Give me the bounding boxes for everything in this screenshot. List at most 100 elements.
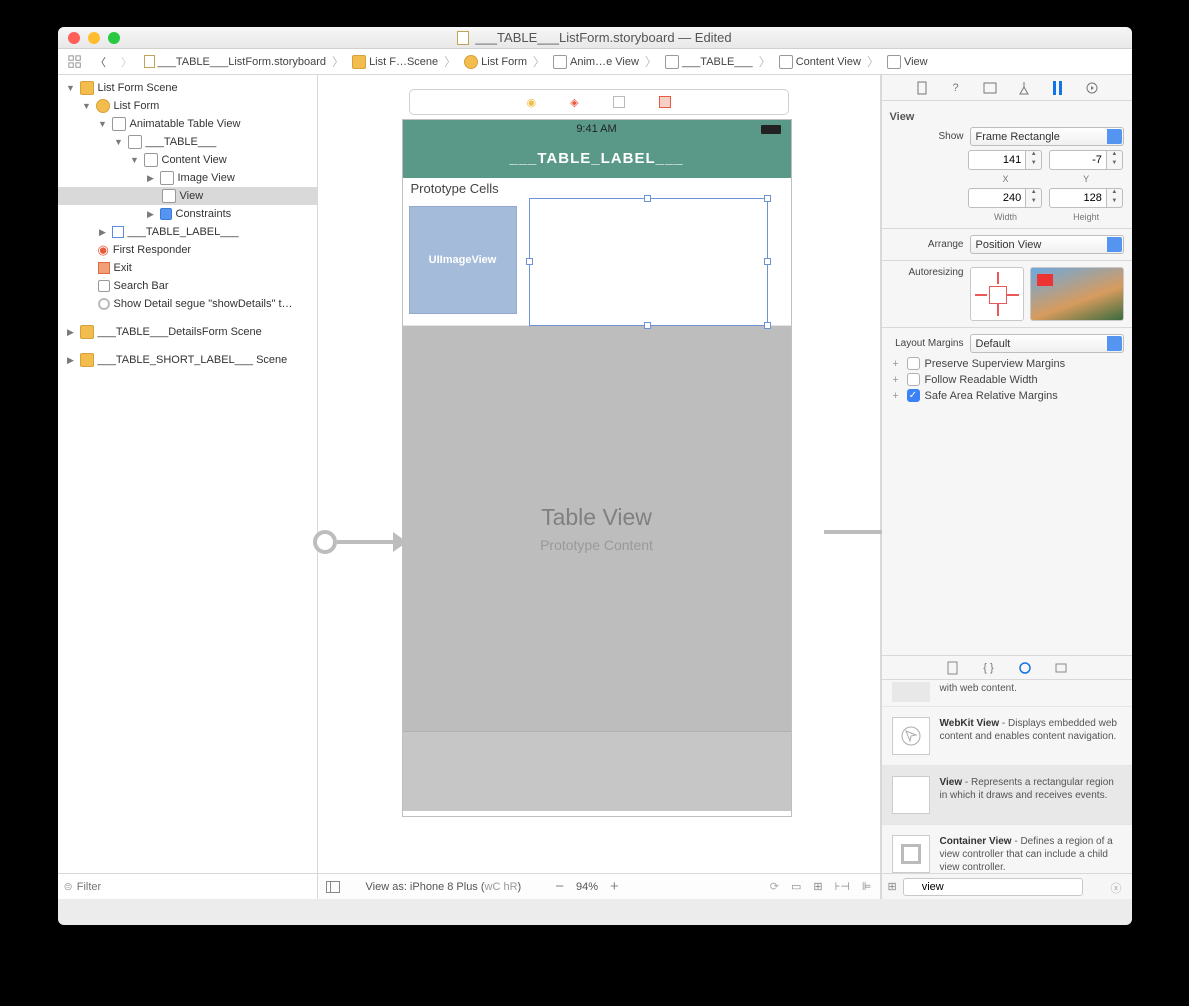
safe-area-checkbox[interactable]: +Safe Area Relative Margins (890, 389, 1124, 402)
resize-handle-se[interactable] (764, 322, 771, 329)
connections-inspector-tab[interactable] (1083, 79, 1101, 97)
follow-readable-checkbox[interactable]: +Follow Readable Width (890, 373, 1124, 386)
height-stepper[interactable]: ▲▼ (1049, 188, 1124, 208)
scene-exit-icon-2[interactable] (659, 96, 671, 108)
outline-exit[interactable]: Exit (58, 259, 317, 277)
file-inspector-tab[interactable] (913, 79, 931, 97)
library-item-web-snippet[interactable]: with web content. (882, 680, 1132, 707)
code-snippet-tab[interactable]: { } (980, 659, 998, 677)
resize-handle-w[interactable] (526, 258, 533, 265)
library-item-container[interactable]: Container View - Defines a region of a v… (882, 825, 1132, 873)
arrange-select[interactable]: Position View (970, 235, 1124, 254)
initial-vc-arrow[interactable] (313, 530, 407, 554)
autoresizing-preview (1030, 267, 1124, 321)
attributes-inspector-tab[interactable] (1015, 79, 1033, 97)
outline-view-selected[interactable]: View (58, 187, 317, 205)
arrange-label: Arrange (890, 239, 964, 250)
crumb-view[interactable]: View (885, 55, 930, 69)
width-stepper[interactable]: ▲▼ (968, 188, 1043, 208)
outline-content[interactable]: ▼Content View (58, 151, 317, 169)
inspector-section-view: View (890, 107, 1124, 127)
outline-details-scene[interactable]: ▶___TABLE___DetailsForm Scene (58, 323, 317, 341)
scene-first-responder-icon[interactable]: ◈ (570, 96, 578, 109)
resize-handle-ne[interactable] (764, 195, 771, 202)
exit-icon (98, 262, 110, 274)
outline-filter-bar: ⊜ (58, 873, 317, 899)
outline-first-responder[interactable]: ◉First Responder (58, 241, 317, 259)
outline-segue[interactable]: Show Detail segue "showDetails" t… (58, 295, 317, 313)
resolve-icon[interactable]: ⊦⊣ (835, 880, 850, 893)
simulated-device[interactable]: 9:41 AM ___TABLE_LABEL___ Prototype Cell… (402, 119, 792, 817)
zoom-in-button[interactable]: + (610, 878, 619, 895)
file-template-tab[interactable] (944, 659, 962, 677)
resize-handle-e[interactable] (764, 258, 771, 265)
selected-view[interactable] (529, 198, 768, 326)
stack-icon[interactable]: ⊫ (862, 880, 872, 893)
back-button[interactable]: 〈 (90, 53, 112, 71)
clear-search-icon[interactable]: ⓧ (1111, 880, 1122, 896)
crumb-content[interactable]: Content View (777, 53, 881, 70)
show-select[interactable]: Frame Rectangle (970, 127, 1124, 146)
height-input[interactable] (1049, 188, 1107, 208)
uiimageview[interactable]: UIImageView (409, 206, 517, 314)
outline-imgview[interactable]: ▶Image View (58, 169, 317, 187)
outline-filter-input[interactable] (77, 881, 311, 893)
segue-arrow-out[interactable] (824, 530, 882, 534)
outline-scene[interactable]: ▼List Form Scene (58, 79, 317, 97)
label-icon (112, 226, 124, 238)
autoresizing-control[interactable] (970, 267, 1024, 321)
resize-handle-s[interactable] (644, 322, 651, 329)
media-library-tab[interactable] (1052, 659, 1070, 677)
forward-button[interactable]: 〉 (116, 53, 138, 71)
view-icon (162, 189, 176, 203)
help-inspector-tab[interactable]: ? (947, 79, 965, 97)
outline-listform[interactable]: ▼List Form (58, 97, 317, 115)
prototype-cell[interactable]: UIImageView (403, 198, 791, 326)
scene-toolbar[interactable]: ◉ ◈ (409, 89, 789, 115)
pin-icon[interactable]: ⊞ (813, 880, 822, 893)
width-input[interactable] (968, 188, 1026, 208)
zoom-level[interactable]: 94% (576, 881, 598, 893)
view-as-label[interactable]: View as: iPhone 8 Plus (wC hR) (366, 881, 522, 893)
size-inspector-tab[interactable] (1049, 79, 1067, 97)
outline-table[interactable]: ▼___TABLE___ (58, 133, 317, 151)
crumb-scene[interactable]: List F…Scene (350, 53, 458, 70)
toggle-outline-icon[interactable] (326, 881, 340, 893)
tableview-placeholder: Table View Prototype Content (403, 326, 791, 731)
align-icon[interactable]: ▭ (791, 880, 801, 893)
y-stepper[interactable]: ▲▼ (1049, 150, 1124, 170)
x-input[interactable] (968, 150, 1026, 170)
grid-view-icon[interactable]: ⊞ (888, 880, 897, 893)
jump-bar[interactable]: 〈 〉 ___TABLE___ListForm.storyboard List … (58, 49, 1132, 75)
object-library-tab[interactable] (1016, 659, 1034, 677)
library-item-view[interactable]: View - Represents a rectangular region i… (882, 766, 1132, 825)
y-input[interactable] (1049, 150, 1107, 170)
preserve-superview-checkbox[interactable]: +Preserve Superview Margins (890, 357, 1124, 370)
crumb-table[interactable]: ___TABLE___ (663, 53, 773, 70)
object-library: { } with web content. WebKit View - Disp… (882, 655, 1132, 899)
crumb-file[interactable]: ___TABLE___ListForm.storyboard (142, 53, 347, 70)
crumb-listform[interactable]: List Form (462, 53, 547, 70)
zoom-out-button[interactable]: − (555, 878, 564, 895)
outline-constraints[interactable]: ▶Constraints (58, 205, 317, 223)
scene-viewcontroller-icon[interactable]: ◉ (526, 96, 536, 109)
outline-anim[interactable]: ▼Animatable Table View (58, 115, 317, 133)
view-icon (112, 117, 126, 131)
library-item-webkit[interactable]: WebKit View - Displays embedded web cont… (882, 707, 1132, 766)
crumb-anim[interactable]: Anim…e View (551, 53, 659, 70)
identity-inspector-tab[interactable] (981, 79, 999, 97)
layout-margins-select[interactable]: Default (970, 334, 1124, 353)
embed-icon[interactable]: ⟳ (770, 880, 779, 893)
outline-searchbar[interactable]: Search Bar (58, 277, 317, 295)
inspector-tabs: ? (882, 75, 1132, 101)
library-filter-input[interactable] (903, 878, 1083, 896)
canvas-bottom-toolbar: View as: iPhone 8 Plus (wC hR) − 94% + ⟳… (318, 873, 880, 899)
nav-bar[interactable]: ___TABLE_LABEL___ (403, 138, 791, 178)
related-items-icon[interactable] (64, 53, 86, 71)
x-stepper[interactable]: ▲▼ (968, 150, 1043, 170)
interface-builder-canvas[interactable]: ◉ ◈ 9:41 AM ___TABLE_LABEL___ (318, 75, 881, 899)
outline-short-scene[interactable]: ▶___TABLE_SHORT_LABEL___ Scene (58, 351, 317, 369)
outline-tablelabel[interactable]: ▶___TABLE_LABEL___ (58, 223, 317, 241)
resize-handle-n[interactable] (644, 195, 651, 202)
scene-exit-icon[interactable] (613, 96, 625, 108)
